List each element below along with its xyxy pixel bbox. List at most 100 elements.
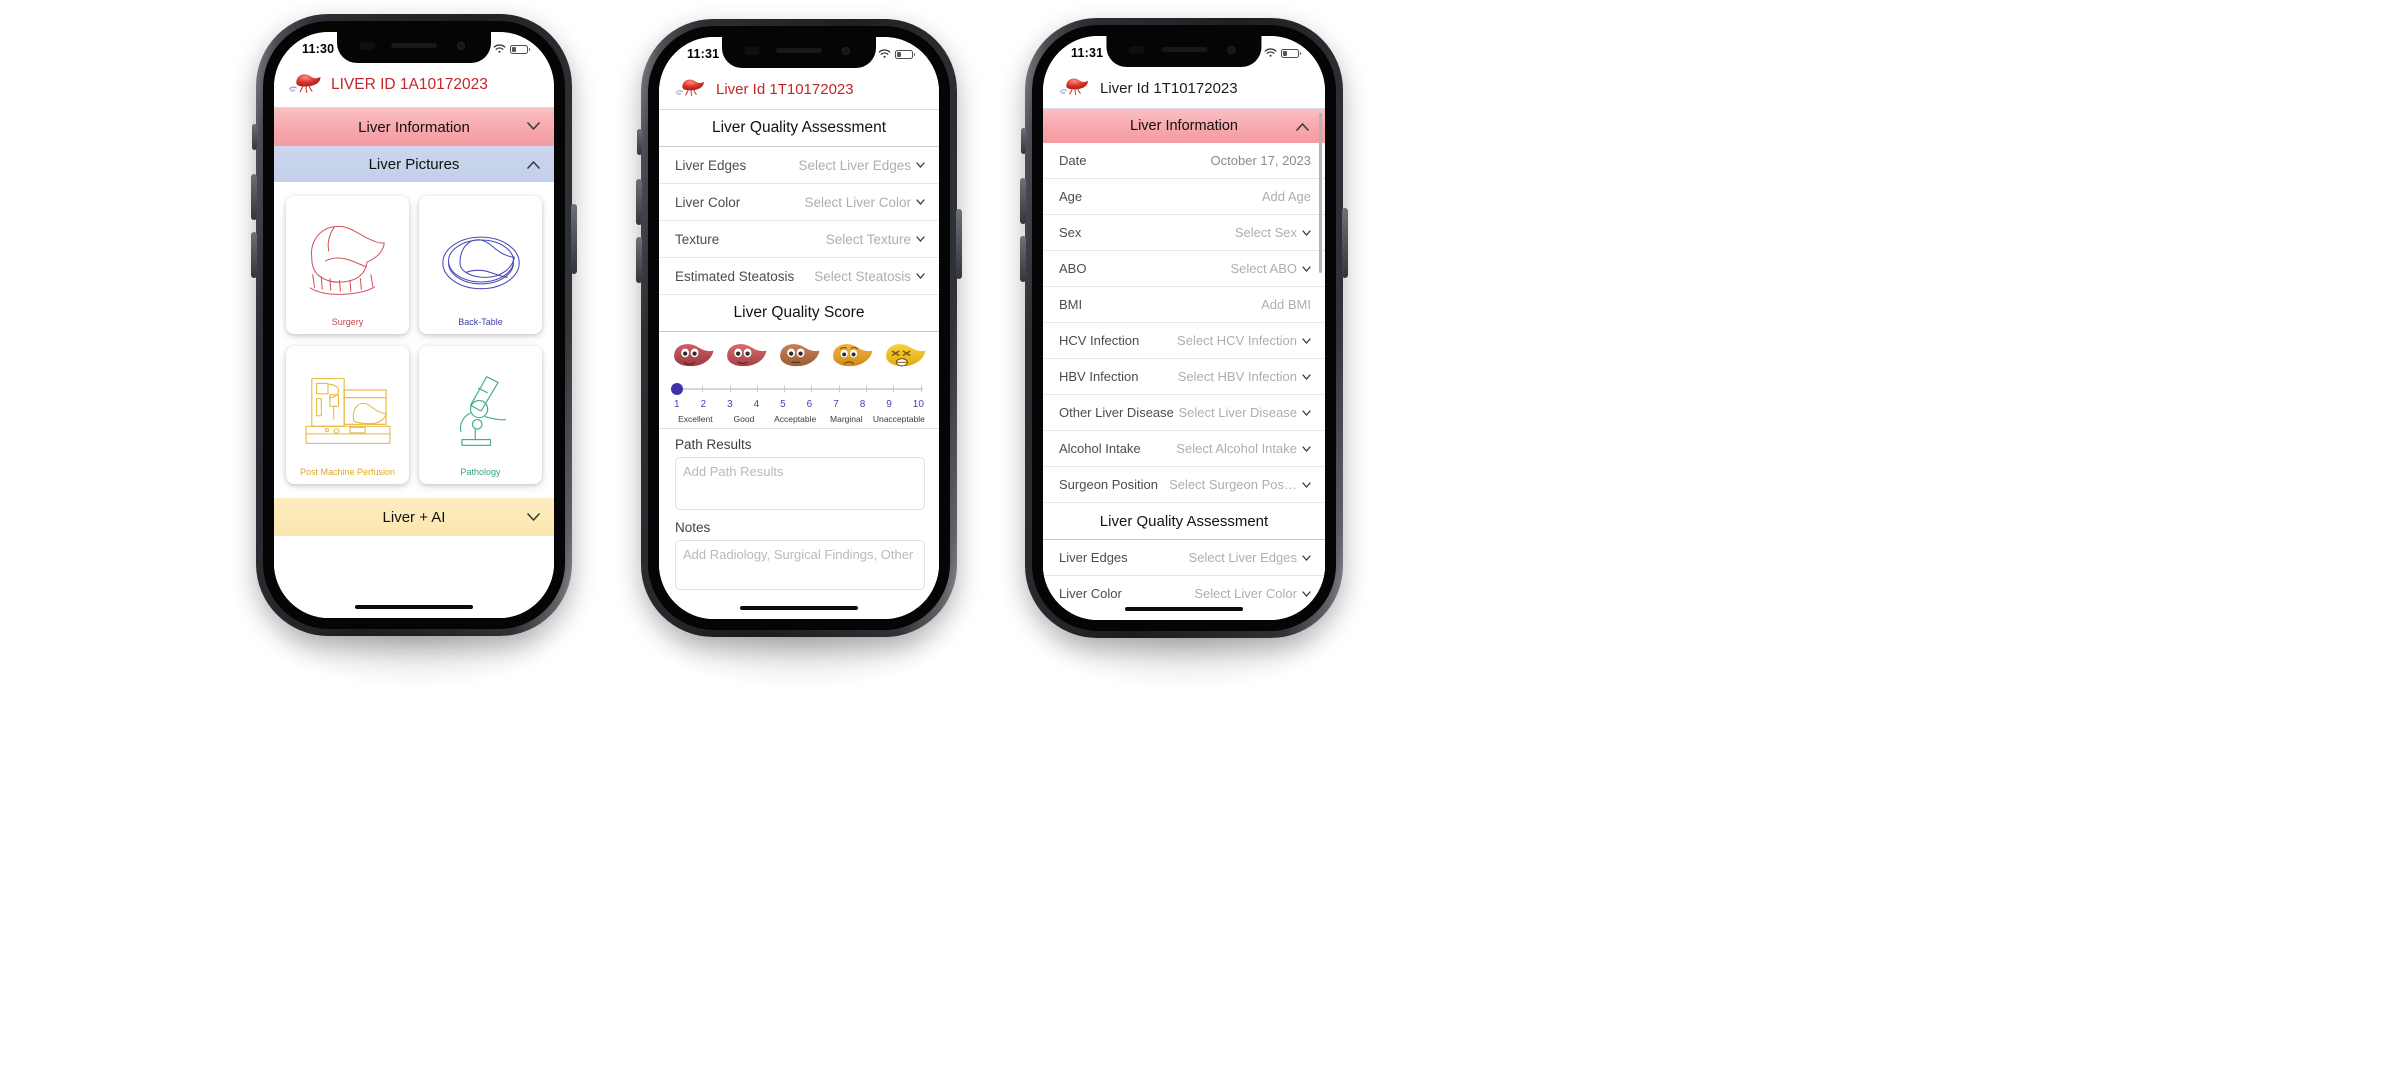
field-row-estimated-steatosis[interactable]: Estimated Steatosis Select Steatosis <box>659 258 939 295</box>
field-row-liver-edges[interactable]: Liver Edges Select Liver Edges <box>1043 540 1325 576</box>
home-indicator[interactable] <box>1125 607 1243 611</box>
field-value[interactable]: Select Liver Disease <box>1179 405 1312 420</box>
silence-switch[interactable] <box>1021 128 1026 154</box>
chevron-down-icon <box>916 273 925 279</box>
slider-knob[interactable] <box>671 383 684 395</box>
volume-down-button[interactable] <box>251 232 257 278</box>
scale-number: 6 <box>806 399 813 410</box>
chevron-up-icon <box>1296 122 1309 131</box>
field-value[interactable]: Select Liver Color <box>804 195 925 210</box>
liver-face-good-icon[interactable] <box>724 340 768 372</box>
accordion-liver-pictures[interactable]: Liver Pictures <box>274 146 554 182</box>
notes-input[interactable]: Add Radiology, Surgical Findings, Other <box>675 540 925 590</box>
field-row-abo[interactable]: ABO Select ABO <box>1043 251 1325 287</box>
notes-placeholder: Add Radiology, Surgical Findings, Other <box>683 547 914 562</box>
power-button[interactable] <box>1342 208 1348 278</box>
field-row-bmi[interactable]: BMI Add BMI <box>1043 287 1325 323</box>
chevron-down-icon <box>916 162 925 168</box>
score-scale-numbers: 1 2 3 4 5 6 7 8 9 10 <box>674 399 924 410</box>
field-label: HCV Infection <box>1059 333 1140 348</box>
chevron-down-icon <box>916 199 925 205</box>
field-value[interactable]: Select Sex <box>1235 225 1311 240</box>
power-button[interactable] <box>571 204 577 274</box>
app-screen-liver-pictures: LIVER ID 1A10172023 Liver Information Li… <box>274 32 554 618</box>
field-value[interactable]: Select Surgeon Pos… <box>1169 477 1311 492</box>
field-value-text: Select Surgeon Pos… <box>1169 477 1297 492</box>
field-row-surgeon-position[interactable]: Surgeon Position Select Surgeon Pos… <box>1043 467 1325 503</box>
accordion-liver-information[interactable]: Liver Information <box>1043 109 1325 143</box>
picture-tile-surgery[interactable]: Surgery <box>286 196 409 334</box>
field-label: Alcohol Intake <box>1059 441 1141 456</box>
liver-face-marginal-icon[interactable] <box>830 340 874 372</box>
accordion-label: Liver Information <box>358 118 470 136</box>
field-value[interactable]: October 17, 2023 <box>1211 153 1311 168</box>
volume-up-button[interactable] <box>636 179 642 225</box>
perfusion-machine-icon <box>293 355 402 467</box>
field-value-text: Select Steatosis <box>814 268 911 284</box>
field-value[interactable]: Add BMI <box>1261 297 1311 312</box>
volume-down-button[interactable] <box>636 237 642 283</box>
volume-down-button[interactable] <box>1020 236 1026 282</box>
field-row-hbv-infection[interactable]: HBV Infection Select HBV Infection <box>1043 359 1325 395</box>
picture-tile-back-table[interactable]: Back-Table <box>419 196 542 334</box>
volume-up-button[interactable] <box>1020 178 1026 224</box>
liver-face-unacceptable-icon[interactable] <box>883 340 927 372</box>
battery-icon <box>895 49 915 59</box>
scale-number: 9 <box>886 399 892 410</box>
accordion-liver-information[interactable]: Liver Information <box>274 108 554 146</box>
field-row-age[interactable]: Age Add Age <box>1043 179 1325 215</box>
field-value[interactable]: Select Texture <box>826 232 925 247</box>
field-value-text: Select Sex <box>1234 225 1297 240</box>
liver-face-acceptable-icon[interactable] <box>777 340 821 372</box>
volume-up-button[interactable] <box>251 174 257 220</box>
field-value-text: Select Alcohol Intake <box>1176 441 1297 456</box>
field-row-alcohol-intake[interactable]: Alcohol Intake Select Alcohol Intake <box>1043 431 1325 467</box>
field-value[interactable]: Select HCV Infection <box>1177 333 1311 348</box>
form-scroll-area[interactable]: Liver Information Date October 17, 2023 … <box>1043 109 1325 620</box>
field-value[interactable]: Select Steatosis <box>814 269 925 284</box>
phone-device-2: 11:31 Liver Id 1T10172023 Liver Quality … <box>636 19 962 637</box>
field-value[interactable]: Select Liver Color <box>1194 586 1311 601</box>
screenshot-canvas: 11:30 LIVER ID 1A10172023 Liver Informat… <box>0 0 2400 1067</box>
field-label: Liver Color <box>675 194 741 210</box>
status-time: 11:31 <box>1071 45 1104 60</box>
field-row-other-liver-disease[interactable]: Other Liver Disease Select Liver Disease <box>1043 395 1325 431</box>
field-value[interactable]: Add Age <box>1262 189 1311 204</box>
field-value[interactable]: Select HBV Infection <box>1178 369 1311 384</box>
silence-switch[interactable] <box>637 129 642 155</box>
scale-number: 2 <box>700 399 707 410</box>
accordion-label: Liver Information <box>1130 118 1238 134</box>
field-row-sex[interactable]: Sex Select Sex <box>1043 215 1325 251</box>
field-row-liver-color[interactable]: Liver Color Select Liver Color <box>1043 576 1325 611</box>
path-results-placeholder: Add Path Results <box>683 464 784 479</box>
field-value[interactable]: Select Liver Edges <box>798 158 925 173</box>
liver-face-excellent-icon[interactable] <box>671 340 715 372</box>
home-indicator[interactable] <box>740 606 858 610</box>
field-value[interactable]: Select Alcohol Intake <box>1176 441 1311 456</box>
path-results-input[interactable]: Add Path Results <box>675 457 925 510</box>
silence-switch[interactable] <box>252 124 257 150</box>
field-row-texture[interactable]: Texture Select Texture <box>659 221 939 258</box>
liver-logo-icon <box>1059 78 1088 96</box>
field-value[interactable]: Select Liver Edges <box>1189 550 1311 565</box>
picture-tile-label: Back-Table <box>458 316 503 327</box>
picture-tile-pathology[interactable]: Pathology <box>419 346 542 484</box>
field-row-liver-edges[interactable]: Liver Edges Select Liver Edges <box>659 147 939 184</box>
field-row-date[interactable]: Date October 17, 2023 <box>1043 143 1325 179</box>
picture-tile-post-machine-perfusion[interactable]: Post Machine Perfusion <box>286 346 409 484</box>
page-title: Liver Id 1T10172023 <box>716 80 854 98</box>
field-row-hcv-infection[interactable]: HCV Infection Select HCV Infection <box>1043 323 1325 359</box>
home-indicator[interactable] <box>355 605 473 609</box>
quality-score-slider[interactable] <box>671 380 923 398</box>
field-label: Date <box>1059 153 1087 168</box>
vertical-scrollbar[interactable] <box>1319 113 1322 273</box>
field-row-liver-color[interactable]: Liver Color Select Liver Color <box>659 184 939 221</box>
power-button[interactable] <box>956 209 962 279</box>
field-value[interactable]: Select ABO <box>1231 261 1311 276</box>
field-value-text: Select Liver Edges <box>798 157 911 173</box>
liver-logo-icon <box>675 79 704 97</box>
field-label: Texture <box>675 231 720 247</box>
wifi-icon <box>1264 48 1277 57</box>
accordion-liver-plus-ai[interactable]: Liver + AI <box>274 498 554 536</box>
device-notch <box>722 37 876 68</box>
